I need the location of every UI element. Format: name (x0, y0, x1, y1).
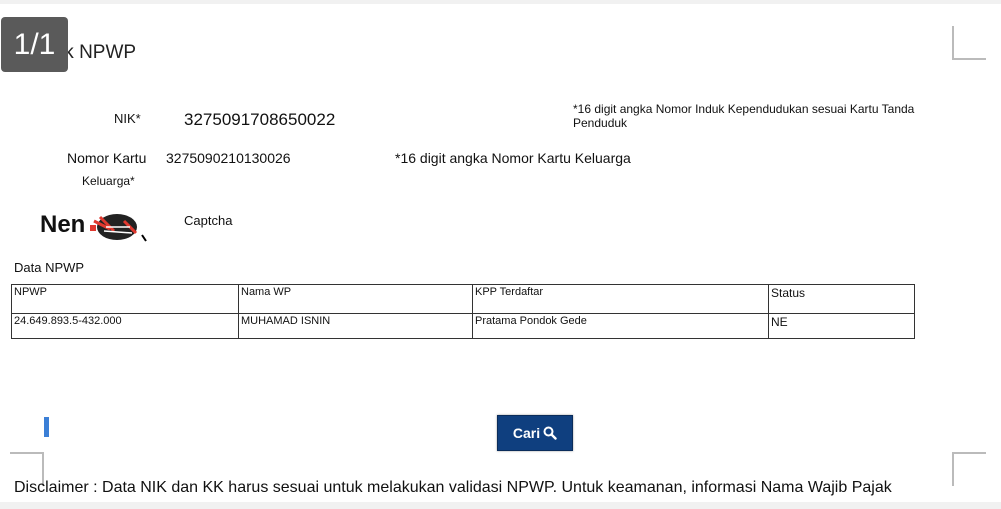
search-button[interactable]: Cari (497, 415, 573, 451)
nik-hint: *16 digit angka Nomor Induk Kependudukan… (573, 102, 915, 130)
data-npwp-heading: Data NPWP (14, 260, 85, 275)
npwp-table: NPWP Nama WP KPP Terdaftar Status 24.649… (11, 284, 915, 339)
document-page: Cek NPWP 1/1 NIK* 3275091708650022 *16 d… (0, 4, 1001, 502)
kk-label-line1: Nomor Kartu (67, 150, 147, 166)
table-header-row: NPWP Nama WP KPP Terdaftar Status (11, 284, 915, 314)
kk-hint: *16 digit angka Nomor Kartu Keluarga (395, 150, 631, 166)
search-icon (543, 426, 557, 440)
search-button-label: Cari (512, 425, 541, 441)
column-header-nama-wp: Nama WP (238, 284, 473, 314)
table-row: 24.649.893.5-432.000 MUHAMAD ISNIN Prata… (11, 313, 915, 339)
kk-input[interactable]: 3275090210130026 (166, 150, 291, 166)
captcha-image: Nen (40, 209, 152, 243)
page-indicator: 1/1 (1, 17, 68, 72)
text-cursor (44, 417, 49, 437)
cell-npwp: 24.649.893.5-432.000 (11, 313, 239, 339)
nik-label: NIK* (114, 111, 141, 126)
scan-corner-bottom-right (952, 452, 986, 486)
captcha-label: Captcha (184, 213, 233, 228)
column-header-status: Status (768, 284, 915, 314)
disclaimer-text: Disclaimer : Data NIK dan KK harus sesua… (14, 479, 892, 496)
captcha-word: Nen (40, 211, 86, 238)
kk-label-line2: Keluarga* (82, 174, 135, 188)
cell-kpp: Pratama Pondok Gede (472, 313, 769, 339)
cell-nama-wp: MUHAMAD ISNIN (238, 313, 473, 339)
column-header-npwp: NPWP (11, 284, 239, 314)
cell-status: NE (768, 313, 915, 339)
column-header-kpp: KPP Terdaftar (472, 284, 769, 314)
captcha-noise-icon (90, 214, 147, 242)
scan-corner-top-right (952, 26, 986, 60)
nik-input[interactable]: 3275091708650022 (184, 110, 335, 130)
